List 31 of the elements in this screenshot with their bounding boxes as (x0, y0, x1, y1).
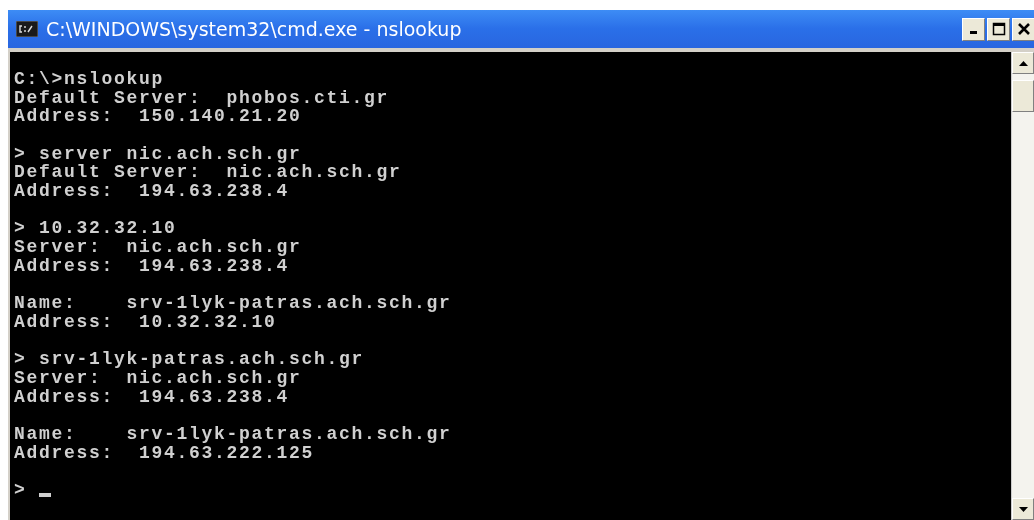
console-line: Address: 194.63.238.4 (14, 387, 290, 407)
console-line: Default Server: nic.ach.sch.gr (14, 163, 402, 183)
console-line: > (14, 481, 27, 500)
console-line: Name: srv-1lyk-patras.ach.sch.gr (14, 425, 452, 444)
console-line: Default Server: phobos.cti.gr (14, 88, 390, 108)
scroll-thumb[interactable] (1012, 80, 1034, 112)
scroll-down-button[interactable] (1012, 498, 1034, 520)
maximize-button[interactable] (987, 17, 1010, 41)
up-arrow-icon (1018, 60, 1028, 66)
console-line: Address: 150.140.21.20 (14, 107, 302, 127)
console-line: > srv-1lyk-patras.ach.sch.gr (14, 350, 365, 369)
console-line: Address: 194.63.222.125 (14, 443, 315, 463)
maximize-icon (991, 22, 1006, 36)
scroll-up-button[interactable] (1012, 52, 1034, 74)
console-line: > 10.32.32.10 (14, 219, 177, 239)
console-line: Address: 194.63.238.4 (14, 182, 290, 201)
console-line: Name: srv-1lyk-patras.ach.sch.gr (14, 294, 452, 313)
console-line: Address: 10.32.32.10 (14, 312, 277, 332)
down-arrow-icon (1018, 506, 1028, 512)
console-line: C:\>nslookup (14, 70, 165, 89)
close-icon (1016, 22, 1031, 36)
console-line: Server: nic.ach.sch.gr (14, 369, 302, 388)
scrollbar[interactable] (1011, 52, 1034, 520)
window-title: C:\WINDOWS\system32\cmd.exe - nslookup (46, 18, 463, 40)
close-button[interactable] (1012, 17, 1034, 41)
console-line: Server: nic.ach.sch.gr (14, 238, 302, 257)
minimize-icon (970, 31, 977, 34)
console-line: > server nic.ach.sch.gr (14, 144, 302, 164)
console-icon (16, 21, 38, 37)
minimize-button[interactable] (962, 17, 985, 41)
console-line: Address: 194.63.238.4 (14, 256, 290, 276)
